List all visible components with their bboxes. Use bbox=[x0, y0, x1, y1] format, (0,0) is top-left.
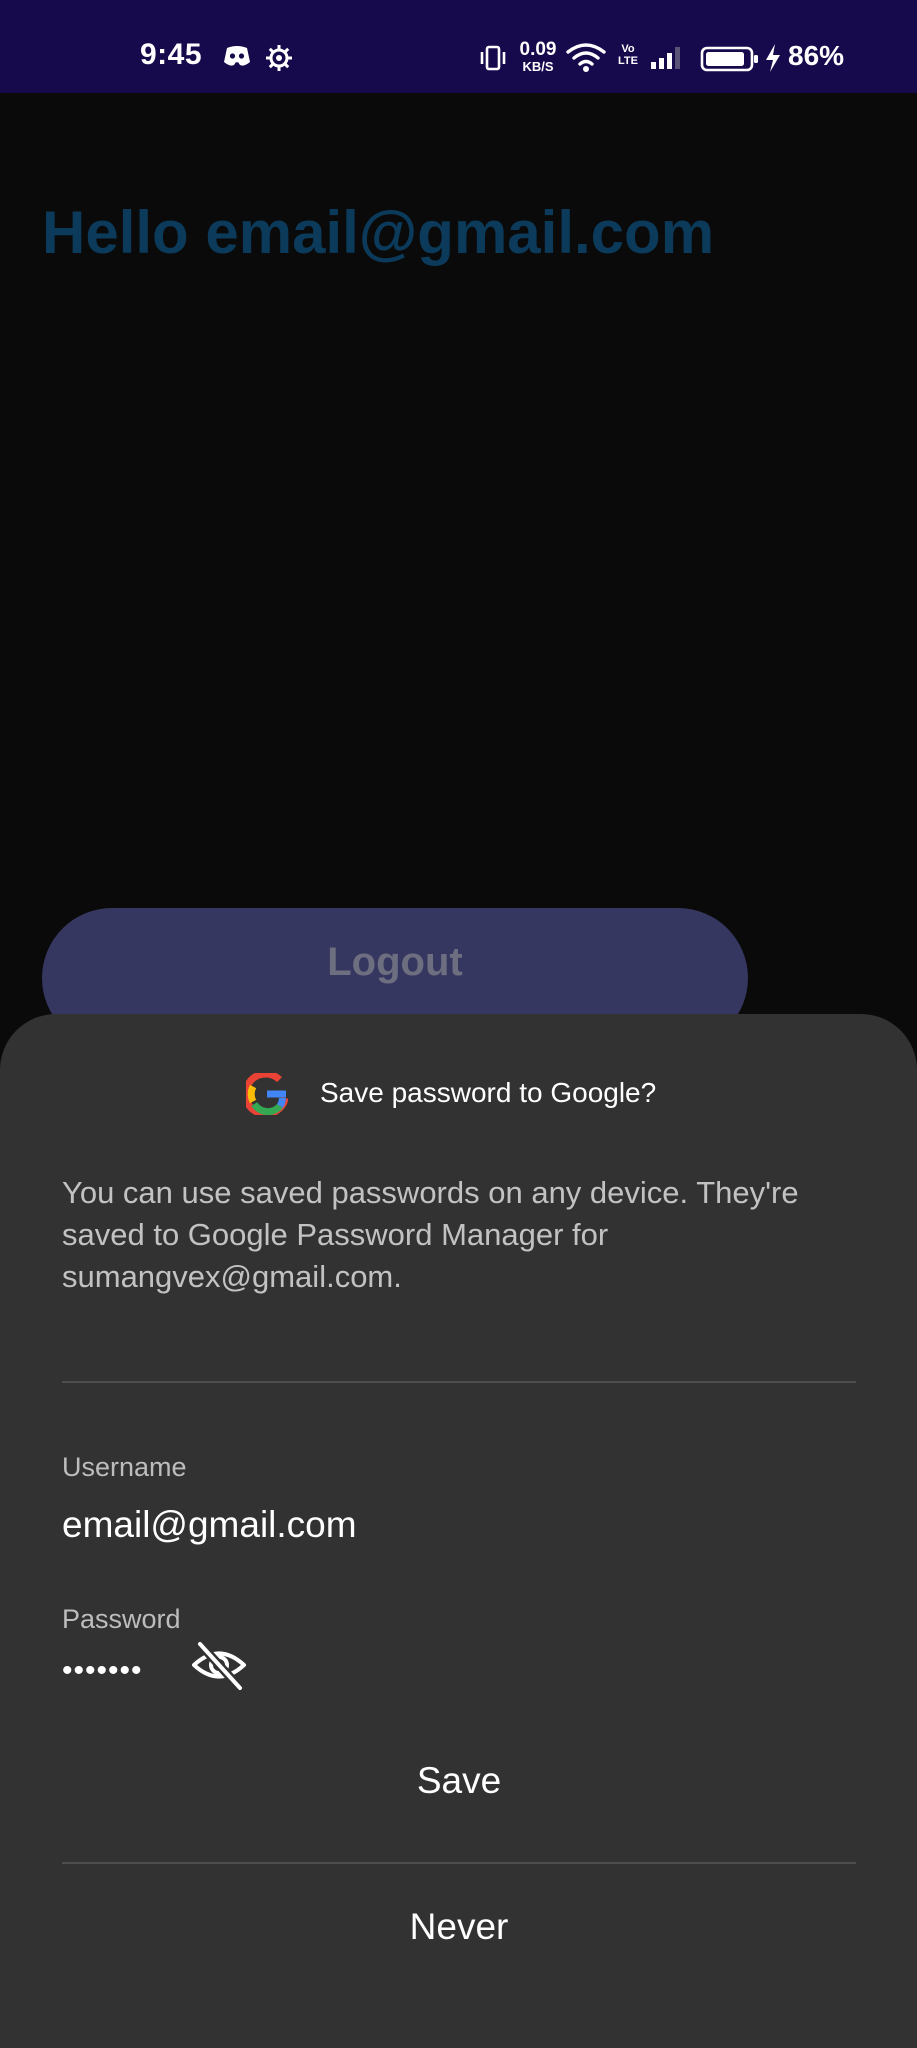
save-button[interactable]: Save bbox=[62, 1760, 856, 1802]
network-speed: 0.09 KB/S bbox=[515, 40, 561, 73]
sheet-header: Save password to Google? bbox=[0, 1069, 917, 1119]
sheet-title: Save password to Google? bbox=[320, 1077, 657, 1108]
greeting-heading: Hello email@gmail.com bbox=[42, 199, 715, 266]
battery-icon bbox=[700, 45, 760, 78]
divider-top bbox=[62, 1381, 856, 1383]
settings-gear-icon bbox=[265, 44, 293, 77]
save-password-sheet: Save password to Google? You can use sav… bbox=[0, 1014, 917, 2048]
password-value[interactable]: ••••••• bbox=[62, 1654, 143, 1688]
never-button[interactable]: Never bbox=[62, 1906, 856, 1948]
signal-icon bbox=[650, 46, 682, 75]
status-bar: 9:45 0.09 KB/S Vo LTE 86% bbox=[0, 0, 917, 93]
network-speed-unit: KB/S bbox=[522, 59, 554, 74]
status-time: 9:45 bbox=[140, 38, 203, 71]
volte-badge: Vo LTE bbox=[617, 43, 639, 67]
username-value[interactable]: email@gmail.com bbox=[62, 1504, 357, 1546]
wifi-icon bbox=[566, 42, 606, 79]
charging-bolt-icon bbox=[764, 43, 782, 78]
network-speed-value: 0.09 bbox=[519, 39, 557, 60]
volte-bottom: LTE bbox=[618, 55, 638, 67]
password-label: Password bbox=[62, 1604, 181, 1634]
google-logo-icon bbox=[242, 1070, 289, 1118]
battery-percent: 86% bbox=[788, 40, 845, 71]
show-password-eye-off-icon[interactable] bbox=[190, 1636, 248, 1694]
discord-icon bbox=[222, 44, 252, 73]
sheet-description: You can use saved passwords on any devic… bbox=[62, 1175, 799, 1294]
volte-top: Vo bbox=[621, 43, 635, 55]
divider-bottom bbox=[62, 1862, 856, 1864]
username-label: Username bbox=[62, 1452, 187, 1482]
vibrate-icon bbox=[479, 44, 507, 77]
